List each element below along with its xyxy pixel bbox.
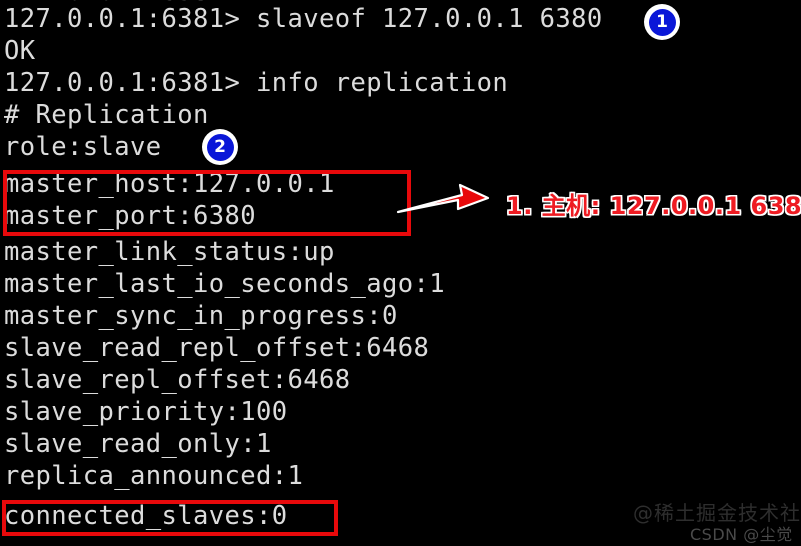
terminal-line-connected-slaves: connected_slaves:0: [4, 501, 288, 531]
step-badge-1: 1: [644, 4, 680, 40]
callout-master-label: 1. 主机: 127.0.0.1 6380: [506, 192, 801, 220]
terminal-output: 127.0.0.1:6381> 127.0.0.1:6381> slaveof …: [0, 0, 801, 546]
terminal-line-slave-read-repl-offset: slave_read_repl_offset:6468: [4, 333, 430, 363]
terminal-line-role: role:slave: [4, 132, 162, 162]
terminal-line-master-sync-in-progress: master_sync_in_progress:0: [4, 301, 398, 331]
terminal-line-master-port: master_port:6380: [4, 201, 257, 231]
terminal-screenshot: 127.0.0.1:6381> 127.0.0.1:6381> slaveof …: [0, 0, 801, 546]
terminal-line-replica-announced: replica_announced:1: [4, 461, 304, 491]
terminal-line-slave-priority: slave_priority:100: [4, 397, 288, 427]
terminal-line-slave-repl-offset: slave_repl_offset:6468: [4, 365, 351, 395]
terminal-line-replication-header: # Replication: [4, 100, 209, 130]
terminal-line-ok: OK: [4, 36, 36, 66]
terminal-line-master-link-status: master_link_status:up: [4, 237, 335, 267]
step-badge-2-label: 2: [206, 133, 234, 161]
step-badge-2: 2: [202, 129, 238, 165]
terminal-line-slaveof-command: 127.0.0.1:6381> slaveof 127.0.0.1 6380: [4, 4, 603, 34]
watermark-csdn: CSDN @尘觉: [690, 525, 793, 544]
terminal-line-info-replication-command: 127.0.0.1:6381> info replication: [4, 68, 509, 98]
terminal-line-master-last-io-seconds-ago: master_last_io_seconds_ago:1: [4, 269, 446, 299]
terminal-line-slave-read-only: slave_read_only:1: [4, 429, 272, 459]
step-badge-1-label: 1: [648, 8, 676, 36]
terminal-line-master-host: master_host:127.0.0.1: [4, 169, 335, 199]
